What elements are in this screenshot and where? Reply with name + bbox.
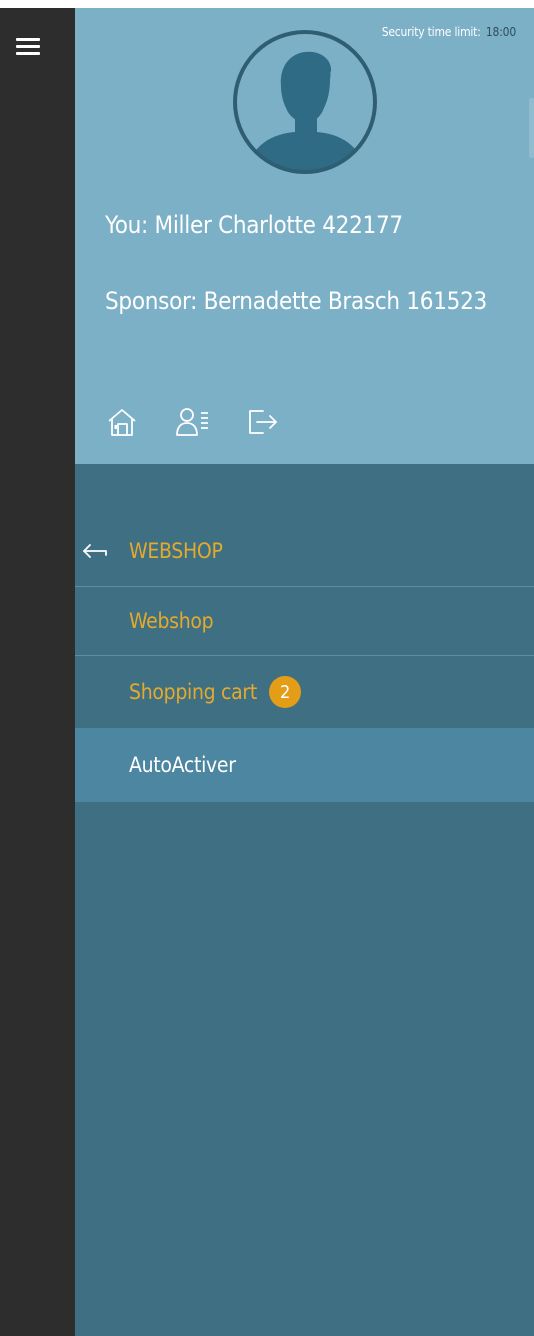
menu-item-label: Shopping cart — [129, 680, 257, 704]
app-screen: Security time limit: 18:00 You: Miller C… — [0, 0, 534, 1336]
security-time-label: Security time limit: — [381, 25, 481, 39]
profile-actions — [105, 404, 295, 440]
logout-icon[interactable] — [245, 404, 295, 440]
back-arrow-icon — [83, 544, 107, 558]
menu-item-autoactiver[interactable]: AutoActiver — [75, 728, 534, 802]
cart-count-badge: 2 — [268, 676, 301, 708]
hamburger-bar — [16, 38, 40, 41]
security-time-value: 18:00 — [485, 25, 516, 39]
top-strip — [0, 0, 534, 8]
menu-item-label: AutoActiver — [129, 753, 236, 777]
menu-back-webshop[interactable]: WEBSHOP — [75, 516, 534, 587]
menu-item-label: Webshop — [129, 608, 214, 633]
hamburger-bar — [16, 45, 40, 48]
security-time-limit: Security time limit: 18:00 — [381, 25, 517, 39]
sponsor-line: Sponsor: Bernadette Brasch 161523 — [105, 287, 487, 315]
contact-list-icon[interactable] — [175, 404, 225, 440]
avatar-icon — [233, 30, 377, 174]
user-name-line: You: Miller Charlotte 422177 — [105, 211, 403, 239]
scrollbar-thumb[interactable] — [529, 98, 534, 158]
menu-item-webshop[interactable]: Webshop — [75, 586, 534, 656]
hamburger-bar — [16, 52, 40, 55]
menu-item-shopping-cart[interactable]: Shopping cart 2 — [75, 657, 534, 727]
side-rail — [0, 8, 75, 1336]
hamburger-menu-icon[interactable] — [16, 38, 40, 58]
side-menu: WEBSHOP Webshop Shopping cart 2 AutoActi… — [75, 464, 534, 1336]
profile-header: Security time limit: 18:00 You: Miller C… — [75, 8, 534, 464]
home-icon[interactable] — [105, 404, 155, 440]
menu-back-label: WEBSHOP — [129, 539, 223, 563]
